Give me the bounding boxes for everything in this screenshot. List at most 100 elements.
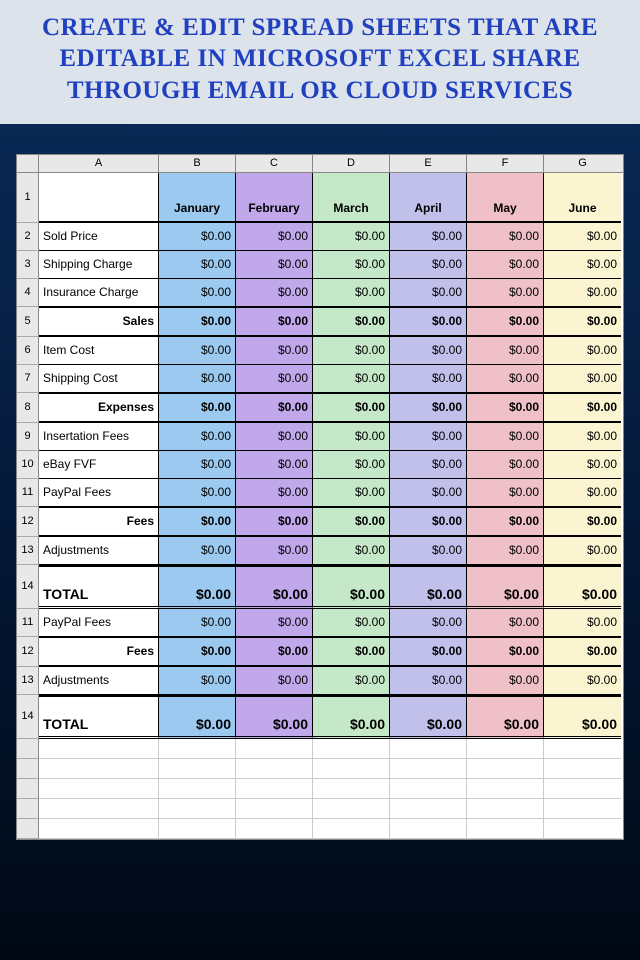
empty-cell[interactable] — [544, 759, 621, 779]
row-number[interactable]: 6 — [17, 337, 39, 365]
cell[interactable]: $0.00 — [159, 507, 236, 537]
row-label-cell[interactable]: Expenses — [39, 393, 159, 423]
empty-cell[interactable] — [236, 739, 313, 759]
cell[interactable]: $0.00 — [236, 537, 313, 565]
empty-cell[interactable] — [544, 739, 621, 759]
row-number[interactable] — [17, 819, 39, 839]
cell[interactable]: $0.00 — [544, 537, 621, 565]
cell[interactable]: $0.00 — [159, 423, 236, 451]
cell[interactable]: $0.00 — [313, 565, 390, 609]
empty-cell[interactable] — [236, 819, 313, 839]
cell[interactable]: $0.00 — [390, 365, 467, 393]
cell[interactable]: $0.00 — [159, 451, 236, 479]
empty-cell[interactable] — [390, 779, 467, 799]
empty-cell[interactable] — [313, 779, 390, 799]
cell[interactable]: $0.00 — [159, 695, 236, 739]
empty-cell[interactable] — [39, 799, 159, 819]
cell[interactable]: $0.00 — [544, 393, 621, 423]
cell[interactable]: $0.00 — [544, 565, 621, 609]
empty-cell[interactable] — [39, 739, 159, 759]
cell[interactable]: $0.00 — [313, 423, 390, 451]
cell[interactable]: $0.00 — [313, 637, 390, 667]
empty-cell[interactable] — [159, 819, 236, 839]
cell[interactable]: $0.00 — [159, 637, 236, 667]
cell[interactable]: $0.00 — [390, 565, 467, 609]
cell[interactable]: $0.00 — [390, 609, 467, 637]
row-label-cell[interactable]: PayPal Fees — [39, 479, 159, 507]
cell[interactable]: $0.00 — [544, 337, 621, 365]
cell[interactable]: $0.00 — [544, 507, 621, 537]
cell[interactable]: $0.00 — [159, 667, 236, 695]
cell[interactable]: $0.00 — [467, 695, 544, 739]
row-label-cell[interactable]: TOTAL — [39, 565, 159, 609]
row-number[interactable]: 11 — [17, 609, 39, 637]
corner-cell[interactable] — [17, 155, 39, 172]
row-number[interactable]: 13 — [17, 667, 39, 695]
row-label-cell[interactable]: Insurance Charge — [39, 279, 159, 307]
cell[interactable]: $0.00 — [390, 337, 467, 365]
cell[interactable]: $0.00 — [236, 695, 313, 739]
cell[interactable]: $0.00 — [467, 223, 544, 251]
cell[interactable]: $0.00 — [236, 279, 313, 307]
row-number[interactable]: 1 — [17, 173, 39, 223]
cell[interactable]: June — [544, 173, 621, 223]
empty-cell[interactable] — [236, 759, 313, 779]
cell[interactable]: January — [159, 173, 236, 223]
cell[interactable]: $0.00 — [467, 451, 544, 479]
cell[interactable]: $0.00 — [390, 451, 467, 479]
cell[interactable]: $0.00 — [467, 537, 544, 565]
cell[interactable]: $0.00 — [544, 223, 621, 251]
row-label-cell[interactable]: Item Cost — [39, 337, 159, 365]
empty-cell[interactable] — [159, 799, 236, 819]
cell[interactable]: $0.00 — [390, 251, 467, 279]
cell[interactable]: February — [236, 173, 313, 223]
cell[interactable]: $0.00 — [467, 667, 544, 695]
cell[interactable]: $0.00 — [236, 307, 313, 337]
empty-cell[interactable] — [467, 759, 544, 779]
cell[interactable]: $0.00 — [313, 251, 390, 279]
cell[interactable]: $0.00 — [467, 307, 544, 337]
empty-cell[interactable] — [159, 759, 236, 779]
cell[interactable]: March — [313, 173, 390, 223]
cell[interactable]: $0.00 — [544, 251, 621, 279]
empty-cell[interactable] — [544, 819, 621, 839]
cell[interactable]: $0.00 — [313, 479, 390, 507]
row-label-cell[interactable]: Shipping Cost — [39, 365, 159, 393]
empty-cell[interactable] — [159, 779, 236, 799]
row-number[interactable]: 7 — [17, 365, 39, 393]
column-header-B[interactable]: B — [159, 155, 236, 172]
row-number[interactable]: 8 — [17, 393, 39, 423]
cell[interactable]: $0.00 — [467, 365, 544, 393]
cell[interactable]: $0.00 — [544, 609, 621, 637]
cell[interactable]: $0.00 — [467, 393, 544, 423]
row-number[interactable]: 12 — [17, 507, 39, 537]
row-number[interactable]: 4 — [17, 279, 39, 307]
cell[interactable]: $0.00 — [390, 223, 467, 251]
cell[interactable]: $0.00 — [313, 451, 390, 479]
row-label-cell[interactable]: Adjustments — [39, 667, 159, 695]
cell[interactable]: $0.00 — [159, 279, 236, 307]
cell[interactable]: $0.00 — [544, 479, 621, 507]
cell[interactable]: $0.00 — [236, 637, 313, 667]
cell[interactable]: $0.00 — [313, 307, 390, 337]
cell[interactable]: $0.00 — [236, 337, 313, 365]
empty-cell[interactable] — [313, 739, 390, 759]
empty-cell[interactable] — [390, 819, 467, 839]
cell[interactable]: $0.00 — [467, 423, 544, 451]
cell[interactable]: $0.00 — [159, 479, 236, 507]
cell[interactable]: $0.00 — [313, 365, 390, 393]
cell[interactable]: $0.00 — [236, 251, 313, 279]
cell[interactable]: $0.00 — [544, 451, 621, 479]
empty-cell[interactable] — [467, 799, 544, 819]
cell[interactable]: $0.00 — [544, 667, 621, 695]
cell[interactable]: $0.00 — [544, 307, 621, 337]
cell[interactable]: $0.00 — [467, 637, 544, 667]
cell[interactable]: $0.00 — [390, 667, 467, 695]
empty-cell[interactable] — [467, 779, 544, 799]
row-label-cell[interactable]: PayPal Fees — [39, 609, 159, 637]
cell[interactable]: $0.00 — [467, 609, 544, 637]
cell[interactable]: $0.00 — [390, 279, 467, 307]
cell[interactable]: April — [390, 173, 467, 223]
cell[interactable]: $0.00 — [313, 393, 390, 423]
cell[interactable]: $0.00 — [313, 695, 390, 739]
